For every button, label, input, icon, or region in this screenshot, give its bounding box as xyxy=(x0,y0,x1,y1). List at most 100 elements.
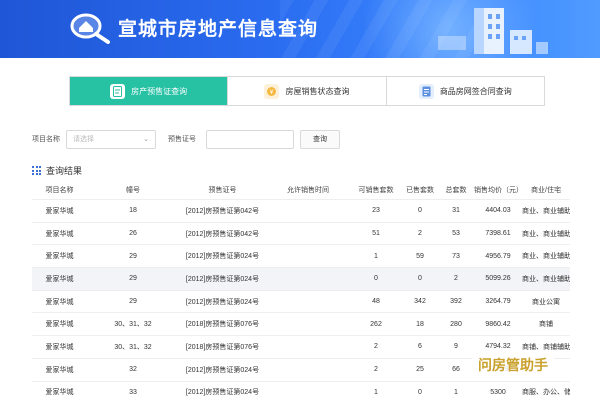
table-cell: 商铺 xyxy=(539,321,553,329)
tab-label: 商品房网签合同查询 xyxy=(439,86,512,96)
table-cell: 73 xyxy=(452,252,460,260)
table-cell: 9860.42 xyxy=(485,320,511,328)
search-form: 项目名称 请选择 ⌄ 预售证号 查询 xyxy=(32,129,340,149)
table-cell: 29 xyxy=(129,275,137,283)
table-cell: 2 xyxy=(374,366,378,374)
coins-icon: ¥ xyxy=(264,83,280,99)
table-cell: [2012]房预售证第024号 xyxy=(185,389,260,397)
tab-label: 房屋销售状态查询 xyxy=(285,86,350,96)
table-cell: 7398.61 xyxy=(485,230,511,238)
table-cell: 66 xyxy=(452,366,460,374)
table-cell: 0 xyxy=(418,388,422,396)
table-cell: 5300 xyxy=(490,388,506,396)
table-row[interactable]: 爱家华城 18 [2012]房预售证第042号 23 0 31 4404.03 商业、商业辅助… xyxy=(32,199,570,222)
magnifier-house-icon xyxy=(70,13,110,44)
table-cell: 商业公寓 xyxy=(532,298,560,306)
table-cell: [2012]房预售证第024号 xyxy=(185,366,260,374)
watermark: 问房管助手 xyxy=(472,352,554,378)
contract-icon xyxy=(418,83,434,99)
results-title: 查询结果 xyxy=(46,166,83,176)
table-cell: 342 xyxy=(414,298,426,306)
grid-icon xyxy=(32,166,41,175)
permit-number-label: 预售证号 xyxy=(168,136,196,143)
page-title: 宣城市房地产信息查询 xyxy=(118,19,319,40)
table-cell: 爱家华城 xyxy=(45,275,74,283)
table-cell: 1 xyxy=(374,252,378,260)
table-cell: [2012]房预售证第024号 xyxy=(185,253,260,261)
results-heading: 查询结果 xyxy=(32,164,82,177)
table-cell: 0 xyxy=(418,207,422,215)
table-cell: 262 xyxy=(370,320,382,328)
column-header: 预售证号 xyxy=(208,187,237,194)
tab-sales-status[interactable]: ¥ 房屋销售状态查询 xyxy=(228,77,387,105)
table-cell: 53 xyxy=(452,230,460,238)
building-illustration-icon xyxy=(438,8,548,54)
tab-online-contract[interactable]: 商品房网签合同查询 xyxy=(387,77,544,105)
table-cell: 33 xyxy=(129,388,137,396)
table-cell: 26 xyxy=(129,230,137,238)
column-header: 商业/住宅 xyxy=(531,187,561,194)
table-cell: 商服、办公、储藏 xyxy=(522,389,570,397)
table-cell: 29 xyxy=(129,252,137,260)
column-header: 总套数 xyxy=(445,187,467,194)
table-cell: 4404.03 xyxy=(485,207,511,215)
table-cell: 2 xyxy=(418,230,422,238)
table-cell: 6 xyxy=(418,343,422,351)
table-cell: 爱家华城 xyxy=(45,389,74,397)
table-cell: 31 xyxy=(452,207,460,215)
table-cell: [2018]房预售证第076号 xyxy=(185,321,260,329)
permit-number-input[interactable] xyxy=(206,129,294,149)
chevron-down-icon: ⌄ xyxy=(143,136,149,143)
column-header: 项目名称 xyxy=(45,187,74,194)
column-header: 可销售套数 xyxy=(358,187,394,194)
table-cell: 29 xyxy=(129,298,137,306)
table-cell: 商业、商业辅助用房 xyxy=(522,253,570,261)
tab-presale-permit[interactable]: 房产预售证查询 xyxy=(70,77,229,105)
table-cell: 30、31、32 xyxy=(114,343,152,351)
table-cell: 51 xyxy=(372,230,380,238)
table-cell: 商铺、商铺辅助用房 xyxy=(522,343,570,351)
select-placeholder: 请选择 xyxy=(73,136,94,143)
table-row[interactable]: 爱家华城 33 [2012]房预售证第024号 1 0 1 5300 商服、办公、储藏 xyxy=(32,380,570,400)
table-row[interactable]: 爱家华城 29 [2012]房预售证第024号 1 59 73 4956.79 商业、商业辅助… xyxy=(32,244,570,267)
table-header: 项目名称 幢号 预售证号 允许销售时间 可销售套数 已售套数 总套数 销售均价（… xyxy=(32,181,570,199)
table-cell: 爱家华城 xyxy=(45,207,74,215)
table-cell: 4794.32 xyxy=(485,343,511,351)
table-cell: 商业、商业辅助用房 xyxy=(522,230,570,238)
project-name-select[interactable]: 请选择 ⌄ xyxy=(66,129,156,149)
table-cell: [2012]房预售证第042号 xyxy=(185,230,260,238)
table-cell: 爱家华城 xyxy=(45,253,74,261)
table-cell: 商业、商业辅助用... xyxy=(522,275,570,283)
table-cell: 2 xyxy=(374,343,378,351)
table-cell: 爱家华城 xyxy=(45,321,74,329)
table-row[interactable]: 爱家华城 29 [2012]房预售证第024号 0 0 2 5099.26 商业、商业辅助用.… xyxy=(32,267,570,290)
column-header: 允许销售时间 xyxy=(287,187,329,194)
table-cell: 爱家华城 xyxy=(45,298,74,306)
table-cell: 爱家华城 xyxy=(45,343,74,351)
table-cell: 25 xyxy=(416,366,424,374)
table-cell: 商业、商业辅助用房 xyxy=(522,207,570,215)
table-row[interactable]: 爱家华城 30、31、32 [2018]房预售证第076号 262 18 280 9860.… xyxy=(32,312,570,335)
project-name-label: 项目名称 xyxy=(32,136,60,143)
svg-text:¥: ¥ xyxy=(270,89,274,96)
column-header: 幢号 xyxy=(126,187,140,194)
query-tabs: 房产预售证查询 ¥ 房屋销售状态查询 商品房网签合同查询 xyxy=(69,76,545,106)
table-cell: [2012]房预售证第042号 xyxy=(185,207,260,215)
document-icon xyxy=(110,83,126,99)
table-cell: 18 xyxy=(416,320,424,328)
table-cell: 392 xyxy=(450,298,462,306)
table-cell: 2 xyxy=(454,275,458,283)
table-cell: 0 xyxy=(418,275,422,283)
table-cell: [2012]房预售证第024号 xyxy=(185,275,260,283)
table-cell: 1 xyxy=(374,388,378,396)
table-cell: 4956.79 xyxy=(485,252,511,260)
column-header: 已售套数 xyxy=(406,187,434,194)
query-button[interactable]: 查询 xyxy=(300,129,340,149)
table-cell: 280 xyxy=(450,320,462,328)
header-banner: 宣城市房地产信息查询 xyxy=(0,0,600,58)
watermark-text: 问房管助手 xyxy=(478,357,548,373)
table-cell: 0 xyxy=(374,275,378,283)
table-row[interactable]: 爱家华城 26 [2012]房预售证第042号 51 2 53 7398.61 商业、商业辅助… xyxy=(32,221,570,245)
table-cell: [2018]房预售证第076号 xyxy=(185,343,260,351)
table-row[interactable]: 爱家华城 29 [2012]房预售证第024号 48 342 392 3264.79 商业公寓 xyxy=(32,289,570,313)
